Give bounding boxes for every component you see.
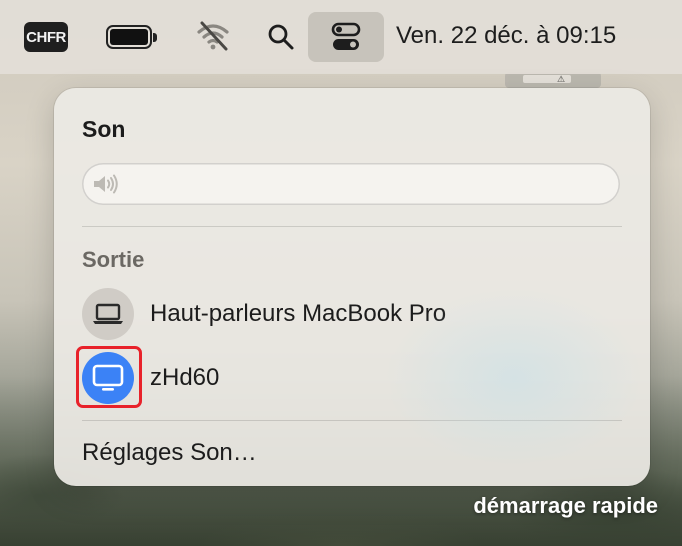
- wallpaper-caption: démarrage rapide: [473, 493, 658, 518]
- laptop-icon: [82, 288, 134, 340]
- divider: [82, 226, 622, 227]
- clock-label: Ven. 22 déc. à 09:15: [396, 22, 617, 49]
- control-center-button[interactable]: [308, 12, 384, 62]
- control-center-icon: [331, 22, 361, 50]
- selection-highlight-box: [76, 346, 142, 408]
- divider: [82, 420, 622, 421]
- device-label: Haut-parleurs MacBook Pro: [150, 300, 447, 327]
- menu-bar: CHFR Ven. 22 déc. à 09:15: [0, 0, 682, 74]
- panel-title: Son: [82, 116, 126, 142]
- input-source-menu[interactable]: CHFR: [24, 22, 68, 52]
- menu-bar-clock[interactable]: Ven. 22 déc. à 09:15: [396, 18, 616, 54]
- search-icon[interactable]: [266, 22, 296, 52]
- sound-settings-link[interactable]: Réglages Son…: [82, 439, 257, 467]
- background-window-fragment: ⚠: [505, 72, 601, 88]
- input-source-label: CHFR: [26, 28, 66, 46]
- device-label: zHd60: [150, 364, 220, 391]
- sound-panel: Son Sortie Haut-parleurs MacBook Pro zHd…: [54, 88, 650, 486]
- output-section-label: Sortie: [82, 247, 145, 272]
- wifi-off-icon[interactable]: [193, 18, 233, 54]
- volume-slider[interactable]: [82, 163, 620, 205]
- output-device-macbook-speakers[interactable]: Haut-parleurs MacBook Pro: [82, 288, 622, 340]
- output-device-zhd60[interactable]: zHd60: [82, 352, 622, 404]
- battery-icon[interactable]: [106, 25, 158, 51]
- speaker-icon: [94, 174, 118, 194]
